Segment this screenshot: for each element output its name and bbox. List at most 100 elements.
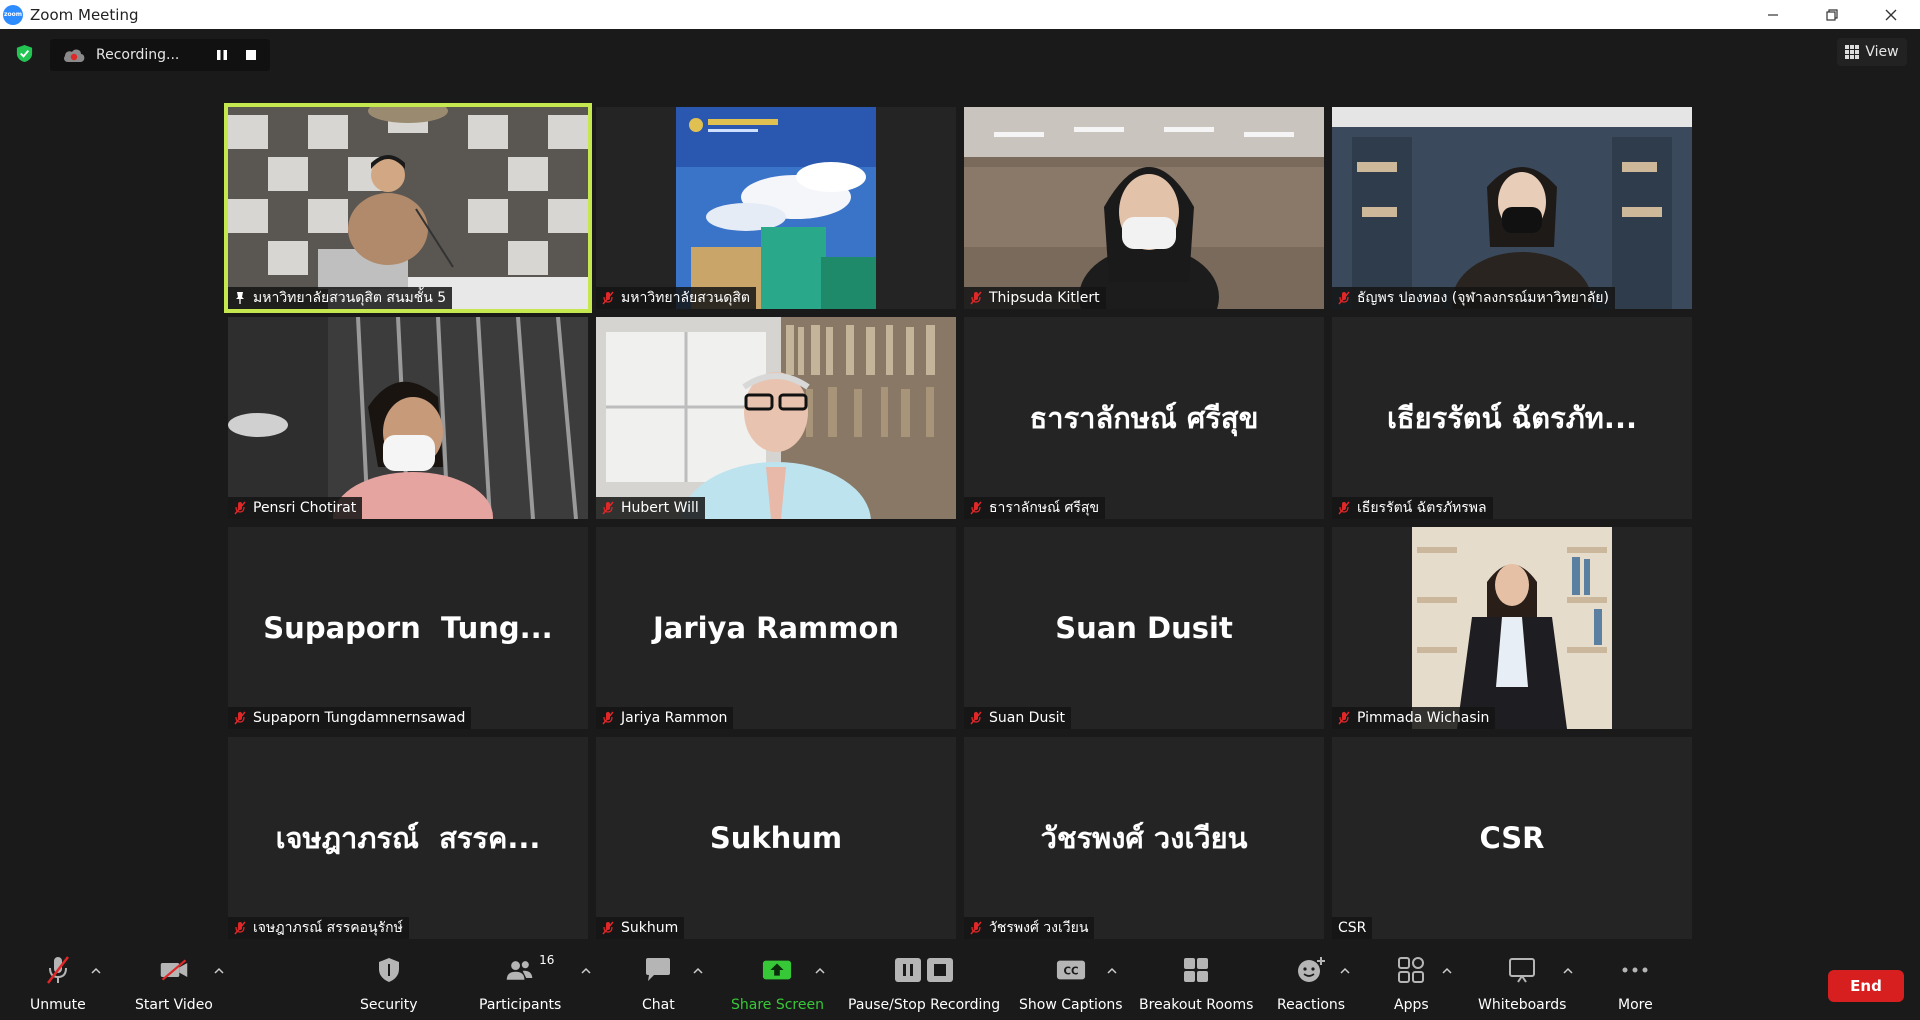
breakout-rooms-label: Breakout Rooms [1139, 997, 1254, 1013]
participant-name: เธียรรัตน์ ฉัตรภัทรพล [1357, 500, 1487, 516]
participant-tile[interactable]: เธียรรัตน์ ฉัตรภัท... เธียรรัตน์ ฉัตรภัท… [1332, 317, 1692, 519]
grid-view-icon [1845, 45, 1860, 59]
whiteboards-options-chevron-icon[interactable] [1563, 967, 1573, 975]
participants-label: Participants [479, 997, 562, 1013]
captions-options-chevron-icon[interactable] [1107, 967, 1117, 975]
chat-icon [643, 955, 673, 985]
participant-tile[interactable]: ธัญพร ปองทอง (จุฬาลงกรณ์มหาวิทยาลัย) [1332, 107, 1692, 309]
share-screen-icon [762, 955, 792, 985]
participant-name: เจษฎาภรณ์ สรรคอนุรักษ์ [253, 920, 403, 936]
participants-options-chevron-icon[interactable] [581, 967, 591, 975]
minimize-button[interactable] [1743, 0, 1802, 29]
participant-tile[interactable]: Suan Dusit Suan Dusit [964, 527, 1324, 729]
shield-icon [374, 955, 404, 985]
pause-stop-recording-button[interactable]: Pause/Stop Recording [848, 955, 1000, 1013]
mic-muted-icon [1338, 291, 1350, 305]
recording-status-text: Recording... [96, 47, 180, 63]
apps-button[interactable]: Apps [1394, 955, 1429, 1013]
participant-display-name: เจษฎาภรณ์ สรรค... [275, 821, 541, 855]
participant-tile[interactable]: Jariya Rammon Jariya Rammon [596, 527, 956, 729]
participant-tile[interactable]: วัชรพงศ์ วงเวียน วัชรพงศ์ วงเวียน [964, 737, 1324, 939]
reactions-smiley-icon [1296, 955, 1326, 985]
video-grid: มหาวิทยาลัยสวนดุสิต สนมชั้น 5 มหาวิทยาลั… [224, 103, 1692, 943]
participant-name-label: มหาวิทยาลัยสวนดุสิต [596, 287, 756, 309]
mic-muted-icon [234, 711, 246, 725]
participant-video [1332, 527, 1692, 729]
zoom-logo-icon: zoom [3, 4, 23, 25]
restore-button[interactable] [1802, 0, 1861, 29]
participant-name: Pensri Chotirat [253, 500, 357, 516]
more-dots-icon [1620, 955, 1650, 985]
participant-tile[interactable]: Pimmada Wichasin [1332, 527, 1692, 729]
pause-recording-icon[interactable] [215, 48, 229, 62]
more-button[interactable]: More [1618, 955, 1653, 1013]
participant-tile[interactable]: Thipsuda Kitlert [964, 107, 1324, 309]
svg-text:CC: CC [1063, 966, 1078, 978]
participant-tile[interactable]: Supaporn Tung... Supaporn Tungdamnernsaw… [228, 527, 588, 729]
participant-name-label: Hubert Will [596, 497, 705, 519]
participant-name: มหาวิทยาลัยสวนดุสิต [621, 290, 750, 306]
stop-recording-icon[interactable] [244, 48, 258, 62]
share-screen-button[interactable]: Share Screen [731, 955, 824, 1013]
mic-muted-icon [970, 711, 982, 725]
start-video-button[interactable]: Start Video [135, 955, 213, 1013]
mic-muted-icon [602, 711, 614, 725]
pause-stop-recording-label: Pause/Stop Recording [848, 997, 1001, 1013]
security-button[interactable]: Security [360, 955, 418, 1013]
end-meeting-button[interactable]: End [1828, 970, 1904, 1002]
participant-tile[interactable]: ธาราลักษณ์ ศรีสุข ธาราลักษณ์ ศรีสุข [964, 317, 1324, 519]
encryption-shield-icon[interactable] [15, 44, 34, 63]
pause-stop-recording-icon [892, 955, 956, 985]
show-captions-button[interactable]: CC Show Captions [1019, 955, 1123, 1013]
share-screen-label: Share Screen [731, 997, 824, 1013]
participant-display-name: Jariya Rammon [652, 611, 900, 645]
participant-name-label: Thipsuda Kitlert [964, 287, 1106, 309]
mic-muted-icon [234, 921, 246, 935]
video-options-chevron-icon[interactable] [214, 967, 224, 975]
apps-options-chevron-icon[interactable] [1442, 967, 1452, 975]
participants-icon: 16 [505, 953, 554, 985]
participant-name-label: ธาราลักษณ์ ศรีสุข [964, 497, 1106, 519]
window-title: Zoom Meeting [30, 5, 139, 24]
participant-name-label: Pensri Chotirat [228, 497, 363, 519]
unmute-button[interactable]: Unmute [30, 955, 86, 1013]
participant-name-label: ธัญพร ปองทอง (จุฬาลงกรณ์มหาวิทยาลัย) [1332, 287, 1615, 309]
participant-tile[interactable]: Sukhum Sukhum [596, 737, 956, 939]
participant-tile[interactable]: มหาวิทยาลัยสวนดุสิต [596, 107, 956, 309]
chat-options-chevron-icon[interactable] [693, 967, 703, 975]
participant-tile[interactable]: Hubert Will [596, 317, 956, 519]
mic-muted-icon [970, 291, 982, 305]
participant-tile[interactable]: CSR CSR [1332, 737, 1692, 939]
restore-icon [1825, 8, 1838, 21]
participant-video [228, 107, 588, 309]
whiteboards-label: Whiteboards [1478, 997, 1567, 1013]
close-button[interactable] [1861, 0, 1920, 29]
reactions-button[interactable]: Reactions [1277, 955, 1345, 1013]
participants-button[interactable]: 16 Participants [479, 953, 562, 1013]
mic-muted-icon [970, 501, 982, 515]
breakout-rooms-icon [1181, 955, 1211, 985]
audio-options-chevron-icon[interactable] [91, 967, 101, 975]
reactions-options-chevron-icon[interactable] [1340, 967, 1350, 975]
participant-name-label: Sukhum [596, 917, 685, 939]
security-label: Security [360, 997, 418, 1013]
participant-tile-active-speaker[interactable]: มหาวิทยาลัยสวนดุสิต สนมชั้น 5 [224, 103, 592, 313]
share-options-chevron-icon[interactable] [815, 967, 825, 975]
participant-tile[interactable]: Pensri Chotirat [228, 317, 588, 519]
view-button[interactable]: View [1837, 38, 1907, 66]
whiteboards-button[interactable]: Whiteboards [1478, 955, 1566, 1013]
recording-indicator: Recording... [50, 39, 270, 71]
apps-label: Apps [1394, 997, 1429, 1013]
mic-muted-icon [602, 501, 614, 515]
minimize-icon [1767, 13, 1778, 16]
participant-name-label: Jariya Rammon [596, 707, 734, 729]
chat-label: Chat [642, 997, 675, 1013]
participant-video [596, 107, 956, 309]
participant-tile[interactable]: เจษฎาภรณ์ สรรค... เจษฎาภรณ์ สรรคอนุรักษ์ [228, 737, 588, 939]
participant-video [596, 317, 956, 519]
chat-button[interactable]: Chat [642, 955, 675, 1013]
mic-muted-icon [602, 921, 614, 935]
breakout-rooms-button[interactable]: Breakout Rooms [1139, 955, 1253, 1013]
participant-name: Supaporn Tungdamnernsawad [253, 710, 466, 726]
participant-name-label: Supaporn Tungdamnernsawad [228, 707, 472, 729]
